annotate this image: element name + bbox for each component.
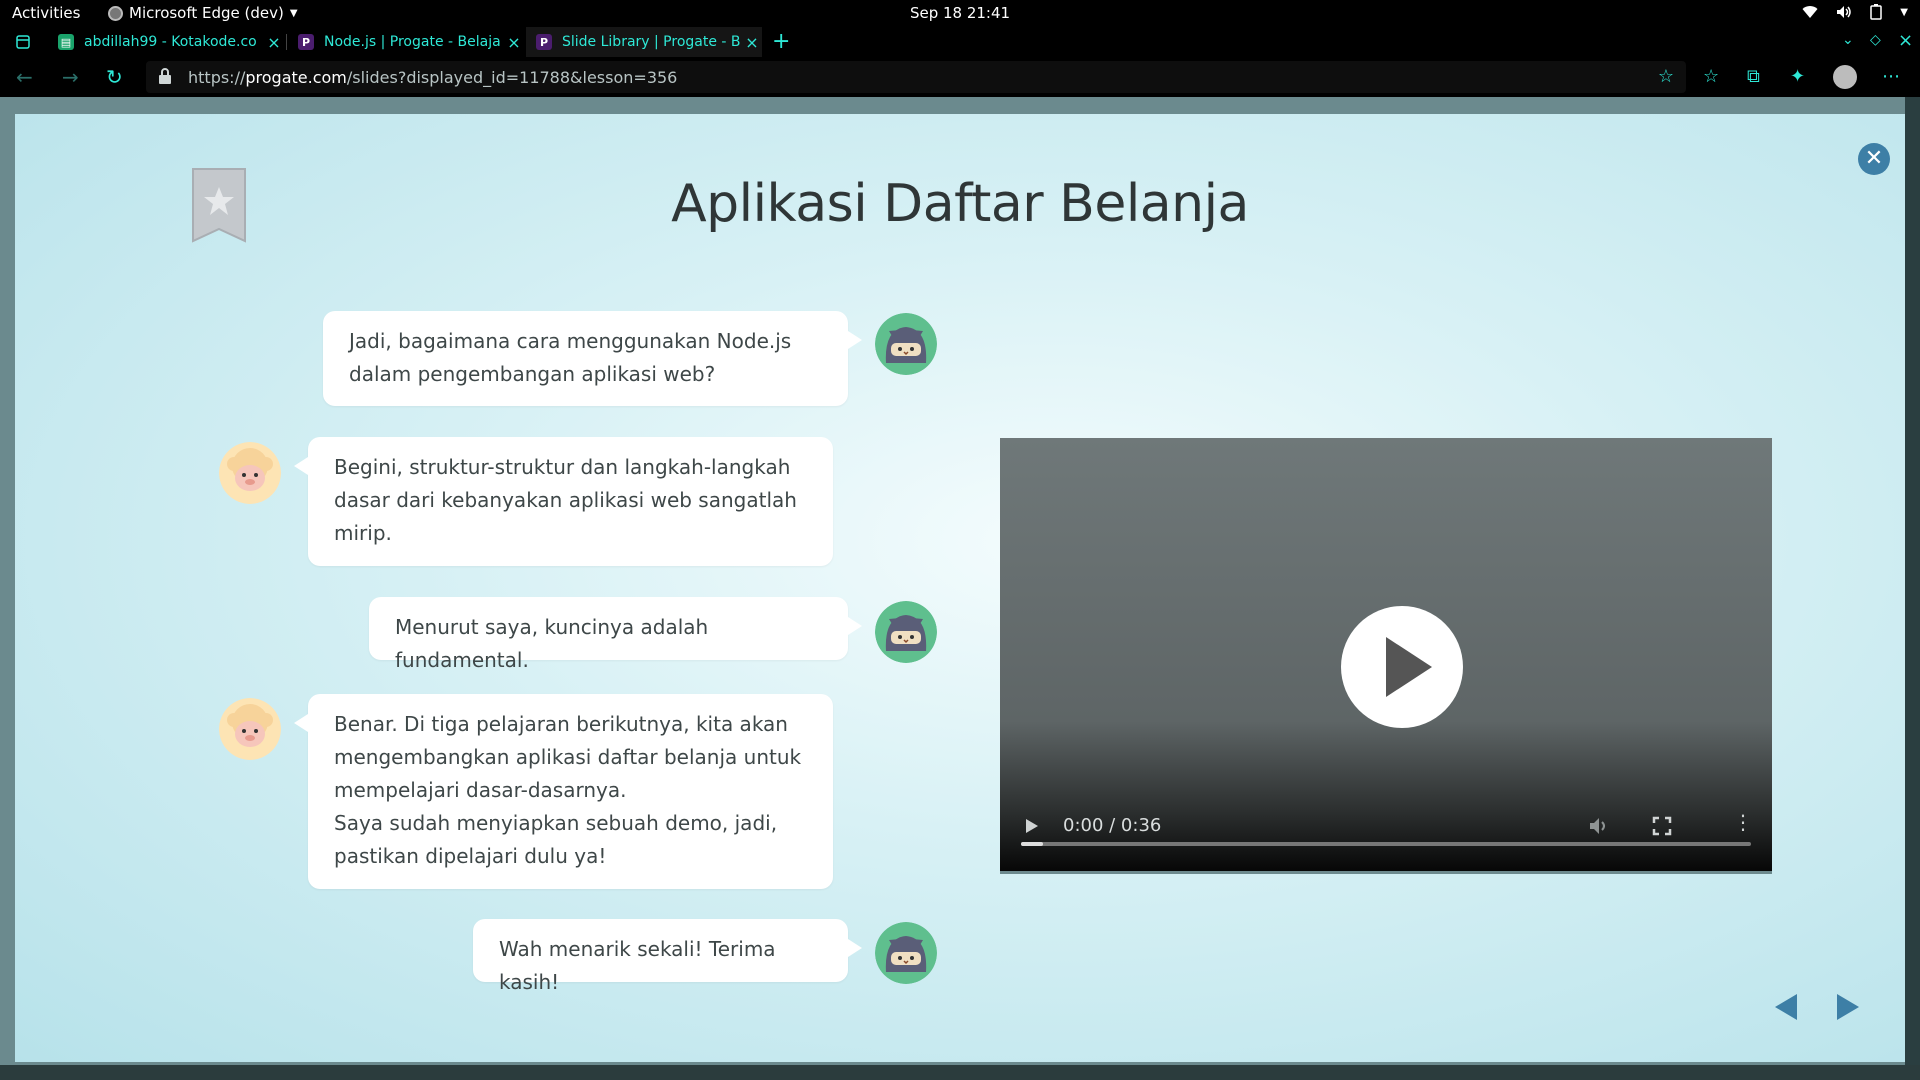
ninja-cat-avatar — [875, 313, 937, 375]
horizontal-scrollbar[interactable] — [0, 1065, 1920, 1080]
close-tab-icon[interactable]: × — [264, 33, 284, 52]
vertical-scrollbar[interactable] — [1905, 97, 1920, 1080]
close-tab-icon[interactable]: × — [742, 33, 762, 52]
previous-slide-arrow-icon[interactable] — [1775, 994, 1797, 1020]
chat-bubble-ninja: Jadi, bagaimana cara menggunakan Node.js… — [323, 311, 862, 406]
more-menu-icon[interactable]: ⋯ — [1882, 66, 1900, 87]
back-arrow-icon[interactable]: ← — [16, 65, 33, 89]
browser-tab-bar: ▤ abdillah99 - Kotakode.co × P Node.js |… — [0, 27, 1920, 57]
chat-bubble-ninja: Wah menarik sekali! Terima kasih! — [473, 919, 862, 994]
tab-title: abdillah99 - Kotakode.co — [84, 34, 257, 50]
reload-icon[interactable]: ↻ — [106, 65, 123, 89]
small-play-icon[interactable] — [1025, 818, 1039, 834]
browser-toolbar: ← → ↻ https://progate.com/slides?display… — [0, 57, 1920, 97]
more-options-icon[interactable]: ⋮ — [1733, 812, 1753, 832]
chat-bubble-ninja: Menurut saya, kuncinya adalah fundamenta… — [369, 597, 862, 672]
close-icon[interactable]: ✕ — [1858, 143, 1890, 175]
next-slide-arrow-icon[interactable] — [1837, 994, 1859, 1020]
progate-favicon-icon: P — [536, 34, 552, 50]
app-name: Microsoft Edge (dev) — [129, 4, 284, 22]
close-tab-icon[interactable]: × — [504, 33, 524, 52]
app-menu[interactable]: Microsoft Edge (dev) ▼ — [108, 4, 298, 22]
wifi-icon — [1802, 6, 1818, 19]
tab-list-chevron-icon[interactable]: ⌄ — [1842, 32, 1854, 48]
new-tab-button[interactable]: + — [772, 29, 790, 54]
video-time: 0:00 / 0:36 — [1063, 815, 1162, 836]
volume-icon — [1837, 6, 1852, 18]
message-text: Begini, struktur-struktur dan langkah-la… — [334, 455, 797, 545]
address-bar[interactable]: https://progate.com/slides?displayed_id=… — [146, 61, 1686, 93]
url-text[interactable]: https://progate.com/slides?displayed_id=… — [188, 68, 677, 87]
dropdown-arrow-icon: ▼ — [289, 7, 298, 19]
tab-kotakode[interactable]: ▤ abdillah99 - Kotakode.co × — [48, 27, 284, 57]
sheep-avatar — [219, 698, 281, 760]
fullscreen-icon[interactable] — [1652, 816, 1672, 836]
close-window-icon[interactable]: × — [1898, 30, 1913, 51]
tab-title: Node.js | Progate - Belaja — [324, 34, 501, 50]
collections-icon[interactable]: ⧉ — [1747, 66, 1760, 87]
forward-arrow-icon[interactable]: → — [62, 65, 79, 89]
battery-icon — [1870, 4, 1883, 20]
system-tray[interactable]: ▼ — [1802, 4, 1908, 20]
favorites-icon[interactable]: ☆ — [1703, 66, 1719, 87]
slide-title: Aplikasi Daftar Belanja — [671, 174, 1249, 234]
edge-app-icon — [108, 5, 123, 21]
ninja-cat-avatar — [875, 922, 937, 984]
message-text: Benar. Di tiga pelajaran berikutnya, kit… — [334, 712, 802, 868]
activities-button[interactable]: Activities — [12, 4, 80, 22]
message-text: Menurut saya, kuncinya adalah fundamenta… — [395, 615, 709, 672]
page-viewport: ✕ Aplikasi Daftar Belanja Jadi, bagaiman… — [0, 97, 1920, 1080]
play-icon[interactable] — [1341, 606, 1463, 728]
progate-favicon-icon: P — [298, 34, 314, 50]
video-progress-bar[interactable] — [1021, 842, 1751, 846]
message-text: Jadi, bagaimana cara menggunakan Node.js… — [349, 329, 792, 386]
sheep-avatar — [219, 442, 281, 504]
mute-icon[interactable] — [1588, 816, 1610, 836]
ninja-cat-avatar — [875, 601, 937, 663]
extensions-icon[interactable]: ✦ — [1790, 66, 1805, 87]
tab-actions-icon[interactable] — [16, 35, 30, 49]
kotakode-favicon-icon: ▤ — [58, 34, 74, 50]
extension-diamond-icon[interactable]: ◇ — [1870, 32, 1881, 48]
add-favorite-icon[interactable]: ☆ — [1658, 66, 1674, 87]
chat-bubble-sheep: Begini, struktur-struktur dan langkah-la… — [294, 437, 833, 566]
power-menu-icon: ▼ — [1900, 6, 1908, 18]
slide-modal: ✕ Aplikasi Daftar Belanja Jadi, bagaiman… — [15, 114, 1905, 1062]
lock-icon[interactable] — [158, 67, 172, 85]
message-text: Wah menarik sekali! Terima kasih! — [499, 937, 776, 994]
tab-nodejs-progate[interactable]: P Node.js | Progate - Belaja × — [288, 27, 524, 57]
chat-bubble-sheep: Benar. Di tiga pelajaran berikutnya, kit… — [294, 694, 833, 889]
profile-avatar[interactable] — [1833, 65, 1857, 89]
system-top-bar: Activities Microsoft Edge (dev) ▼ Sep 18… — [0, 0, 1920, 27]
video-player[interactable]: 0:00 / 0:36 ⋮ — [1000, 438, 1772, 874]
tab-slide-library[interactable]: P Slide Library | Progate - B × — [526, 27, 762, 57]
tab-title: Slide Library | Progate - B — [562, 34, 741, 50]
